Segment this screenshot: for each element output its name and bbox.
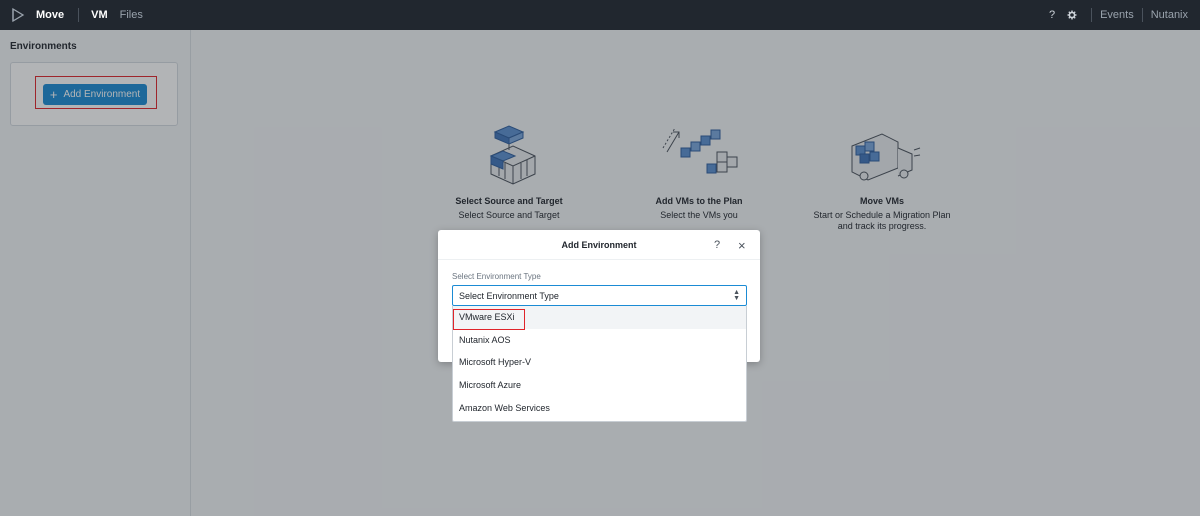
environment-type-label: Select Environment Type [452,272,541,281]
highlight-vmware-esxi [453,309,525,330]
app-name[interactable]: Move [36,9,64,21]
option-nutanix-aos[interactable]: Nutanix AOS [453,329,746,352]
events-link[interactable]: Events [1100,9,1134,21]
modal-header: Add Environment ? × [438,230,760,260]
option-microsoft-azure[interactable]: Microsoft Azure [453,374,746,397]
environment-type-select[interactable]: Select Environment Type ▲ ▼ [452,285,747,306]
modal-title: Add Environment [561,239,637,250]
divider [1091,8,1093,22]
divider [1141,8,1143,22]
select-value: Select Environment Type [459,290,559,301]
tab-vm[interactable]: VM [91,9,108,21]
tab-files[interactable]: Files [120,9,143,21]
move-logo-icon[interactable] [0,0,36,30]
help-icon[interactable]: ? [1049,9,1055,21]
close-icon[interactable]: × [738,238,746,253]
top-bar: Move VM Files ? Events Nutanix [0,0,1200,30]
user-menu[interactable]: Nutanix [1151,9,1188,21]
divider [78,8,80,22]
option-microsoft-hyper-v[interactable]: Microsoft Hyper-V [453,351,746,374]
gear-icon[interactable] [1067,10,1077,20]
option-amazon-web-services[interactable]: Amazon Web Services [453,396,746,419]
help-icon[interactable]: ? [714,239,720,251]
top-bar-right: ? Events Nutanix [1043,0,1200,30]
select-caret-icon: ▲ ▼ [733,289,740,302]
